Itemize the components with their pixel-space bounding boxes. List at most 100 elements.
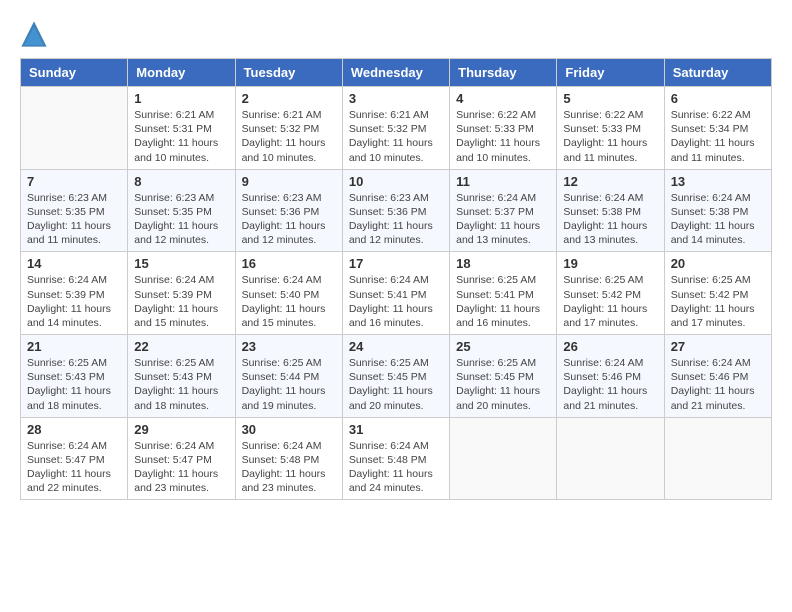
weekday-header-cell: Friday bbox=[557, 59, 664, 87]
daylight-text: Daylight: 11 hours and 10 minutes. bbox=[456, 137, 540, 163]
calendar-day-cell: 21 Sunrise: 6:25 AM Sunset: 5:43 PM Dayl… bbox=[21, 335, 128, 418]
day-number: 6 bbox=[671, 91, 765, 106]
daylight-text: Daylight: 11 hours and 21 minutes. bbox=[563, 385, 647, 411]
calendar-week-row: 14 Sunrise: 6:24 AM Sunset: 5:39 PM Dayl… bbox=[21, 252, 772, 335]
logo bbox=[20, 20, 52, 48]
sunset-text: Sunset: 5:36 PM bbox=[242, 206, 320, 218]
sunset-text: Sunset: 5:33 PM bbox=[563, 123, 641, 135]
sunset-text: Sunset: 5:39 PM bbox=[134, 289, 212, 301]
calendar-day-cell: 4 Sunrise: 6:22 AM Sunset: 5:33 PM Dayli… bbox=[450, 87, 557, 170]
daylight-text: Daylight: 11 hours and 15 minutes. bbox=[134, 303, 218, 329]
sunset-text: Sunset: 5:41 PM bbox=[456, 289, 534, 301]
sunrise-text: Sunrise: 6:25 AM bbox=[671, 274, 751, 286]
sunrise-text: Sunrise: 6:22 AM bbox=[671, 109, 751, 121]
sunrise-text: Sunrise: 6:24 AM bbox=[134, 440, 214, 452]
calendar-body: 1 Sunrise: 6:21 AM Sunset: 5:31 PM Dayli… bbox=[21, 87, 772, 500]
day-number: 17 bbox=[349, 256, 443, 271]
daylight-text: Daylight: 11 hours and 12 minutes. bbox=[242, 220, 326, 246]
sunset-text: Sunset: 5:36 PM bbox=[349, 206, 427, 218]
day-number: 9 bbox=[242, 174, 336, 189]
day-info: Sunrise: 6:25 AM Sunset: 5:45 PM Dayligh… bbox=[349, 356, 443, 413]
day-info: Sunrise: 6:25 AM Sunset: 5:44 PM Dayligh… bbox=[242, 356, 336, 413]
day-number: 3 bbox=[349, 91, 443, 106]
sunset-text: Sunset: 5:38 PM bbox=[563, 206, 641, 218]
day-info: Sunrise: 6:25 AM Sunset: 5:42 PM Dayligh… bbox=[563, 273, 657, 330]
day-number: 7 bbox=[27, 174, 121, 189]
day-number: 4 bbox=[456, 91, 550, 106]
calendar-table: SundayMondayTuesdayWednesdayThursdayFrid… bbox=[20, 58, 772, 500]
sunrise-text: Sunrise: 6:23 AM bbox=[134, 192, 214, 204]
calendar-day-cell: 23 Sunrise: 6:25 AM Sunset: 5:44 PM Dayl… bbox=[235, 335, 342, 418]
sunrise-text: Sunrise: 6:24 AM bbox=[456, 192, 536, 204]
day-info: Sunrise: 6:23 AM Sunset: 5:36 PM Dayligh… bbox=[242, 191, 336, 248]
day-number: 12 bbox=[563, 174, 657, 189]
day-info: Sunrise: 6:24 AM Sunset: 5:38 PM Dayligh… bbox=[671, 191, 765, 248]
day-number: 20 bbox=[671, 256, 765, 271]
daylight-text: Daylight: 11 hours and 13 minutes. bbox=[563, 220, 647, 246]
sunrise-text: Sunrise: 6:24 AM bbox=[349, 440, 429, 452]
daylight-text: Daylight: 11 hours and 12 minutes. bbox=[349, 220, 433, 246]
calendar-day-cell bbox=[557, 417, 664, 500]
calendar-day-cell: 13 Sunrise: 6:24 AM Sunset: 5:38 PM Dayl… bbox=[664, 169, 771, 252]
sunrise-text: Sunrise: 6:25 AM bbox=[456, 357, 536, 369]
calendar-day-cell: 20 Sunrise: 6:25 AM Sunset: 5:42 PM Dayl… bbox=[664, 252, 771, 335]
day-info: Sunrise: 6:24 AM Sunset: 5:39 PM Dayligh… bbox=[27, 273, 121, 330]
day-number: 31 bbox=[349, 422, 443, 437]
sunrise-text: Sunrise: 6:25 AM bbox=[349, 357, 429, 369]
calendar-day-cell: 8 Sunrise: 6:23 AM Sunset: 5:35 PM Dayli… bbox=[128, 169, 235, 252]
calendar-week-row: 7 Sunrise: 6:23 AM Sunset: 5:35 PM Dayli… bbox=[21, 169, 772, 252]
sunrise-text: Sunrise: 6:24 AM bbox=[27, 440, 107, 452]
day-info: Sunrise: 6:21 AM Sunset: 5:32 PM Dayligh… bbox=[349, 108, 443, 165]
sunrise-text: Sunrise: 6:21 AM bbox=[349, 109, 429, 121]
day-info: Sunrise: 6:24 AM Sunset: 5:39 PM Dayligh… bbox=[134, 273, 228, 330]
sunset-text: Sunset: 5:45 PM bbox=[456, 371, 534, 383]
day-number: 13 bbox=[671, 174, 765, 189]
calendar-day-cell bbox=[21, 87, 128, 170]
sunset-text: Sunset: 5:38 PM bbox=[671, 206, 749, 218]
daylight-text: Daylight: 11 hours and 16 minutes. bbox=[349, 303, 433, 329]
calendar-week-row: 1 Sunrise: 6:21 AM Sunset: 5:31 PM Dayli… bbox=[21, 87, 772, 170]
day-number: 29 bbox=[134, 422, 228, 437]
sunset-text: Sunset: 5:39 PM bbox=[27, 289, 105, 301]
calendar-day-cell: 19 Sunrise: 6:25 AM Sunset: 5:42 PM Dayl… bbox=[557, 252, 664, 335]
header bbox=[20, 20, 772, 48]
day-info: Sunrise: 6:24 AM Sunset: 5:46 PM Dayligh… bbox=[671, 356, 765, 413]
sunset-text: Sunset: 5:32 PM bbox=[349, 123, 427, 135]
calendar-day-cell: 5 Sunrise: 6:22 AM Sunset: 5:33 PM Dayli… bbox=[557, 87, 664, 170]
sunset-text: Sunset: 5:37 PM bbox=[456, 206, 534, 218]
sunrise-text: Sunrise: 6:24 AM bbox=[242, 440, 322, 452]
daylight-text: Daylight: 11 hours and 14 minutes. bbox=[671, 220, 755, 246]
calendar-day-cell: 22 Sunrise: 6:25 AM Sunset: 5:43 PM Dayl… bbox=[128, 335, 235, 418]
sunset-text: Sunset: 5:43 PM bbox=[134, 371, 212, 383]
day-info: Sunrise: 6:24 AM Sunset: 5:47 PM Dayligh… bbox=[27, 439, 121, 496]
sunrise-text: Sunrise: 6:25 AM bbox=[456, 274, 536, 286]
day-number: 25 bbox=[456, 339, 550, 354]
sunrise-text: Sunrise: 6:21 AM bbox=[242, 109, 322, 121]
calendar-day-cell: 3 Sunrise: 6:21 AM Sunset: 5:32 PM Dayli… bbox=[342, 87, 449, 170]
sunrise-text: Sunrise: 6:21 AM bbox=[134, 109, 214, 121]
sunset-text: Sunset: 5:34 PM bbox=[671, 123, 749, 135]
daylight-text: Daylight: 11 hours and 22 minutes. bbox=[27, 468, 111, 494]
day-number: 14 bbox=[27, 256, 121, 271]
day-info: Sunrise: 6:24 AM Sunset: 5:40 PM Dayligh… bbox=[242, 273, 336, 330]
sunset-text: Sunset: 5:47 PM bbox=[27, 454, 105, 466]
weekday-header-cell: Monday bbox=[128, 59, 235, 87]
calendar-day-cell: 25 Sunrise: 6:25 AM Sunset: 5:45 PM Dayl… bbox=[450, 335, 557, 418]
sunrise-text: Sunrise: 6:25 AM bbox=[242, 357, 322, 369]
day-info: Sunrise: 6:25 AM Sunset: 5:43 PM Dayligh… bbox=[27, 356, 121, 413]
daylight-text: Daylight: 11 hours and 10 minutes. bbox=[242, 137, 326, 163]
calendar-day-cell: 31 Sunrise: 6:24 AM Sunset: 5:48 PM Dayl… bbox=[342, 417, 449, 500]
day-number: 18 bbox=[456, 256, 550, 271]
sunrise-text: Sunrise: 6:25 AM bbox=[563, 274, 643, 286]
calendar-day-cell: 11 Sunrise: 6:24 AM Sunset: 5:37 PM Dayl… bbox=[450, 169, 557, 252]
calendar-day-cell: 27 Sunrise: 6:24 AM Sunset: 5:46 PM Dayl… bbox=[664, 335, 771, 418]
day-info: Sunrise: 6:24 AM Sunset: 5:37 PM Dayligh… bbox=[456, 191, 550, 248]
daylight-text: Daylight: 11 hours and 10 minutes. bbox=[349, 137, 433, 163]
sunrise-text: Sunrise: 6:23 AM bbox=[27, 192, 107, 204]
sunset-text: Sunset: 5:33 PM bbox=[456, 123, 534, 135]
day-info: Sunrise: 6:24 AM Sunset: 5:41 PM Dayligh… bbox=[349, 273, 443, 330]
daylight-text: Daylight: 11 hours and 17 minutes. bbox=[563, 303, 647, 329]
day-info: Sunrise: 6:21 AM Sunset: 5:31 PM Dayligh… bbox=[134, 108, 228, 165]
day-info: Sunrise: 6:24 AM Sunset: 5:48 PM Dayligh… bbox=[242, 439, 336, 496]
calendar-day-cell: 12 Sunrise: 6:24 AM Sunset: 5:38 PM Dayl… bbox=[557, 169, 664, 252]
